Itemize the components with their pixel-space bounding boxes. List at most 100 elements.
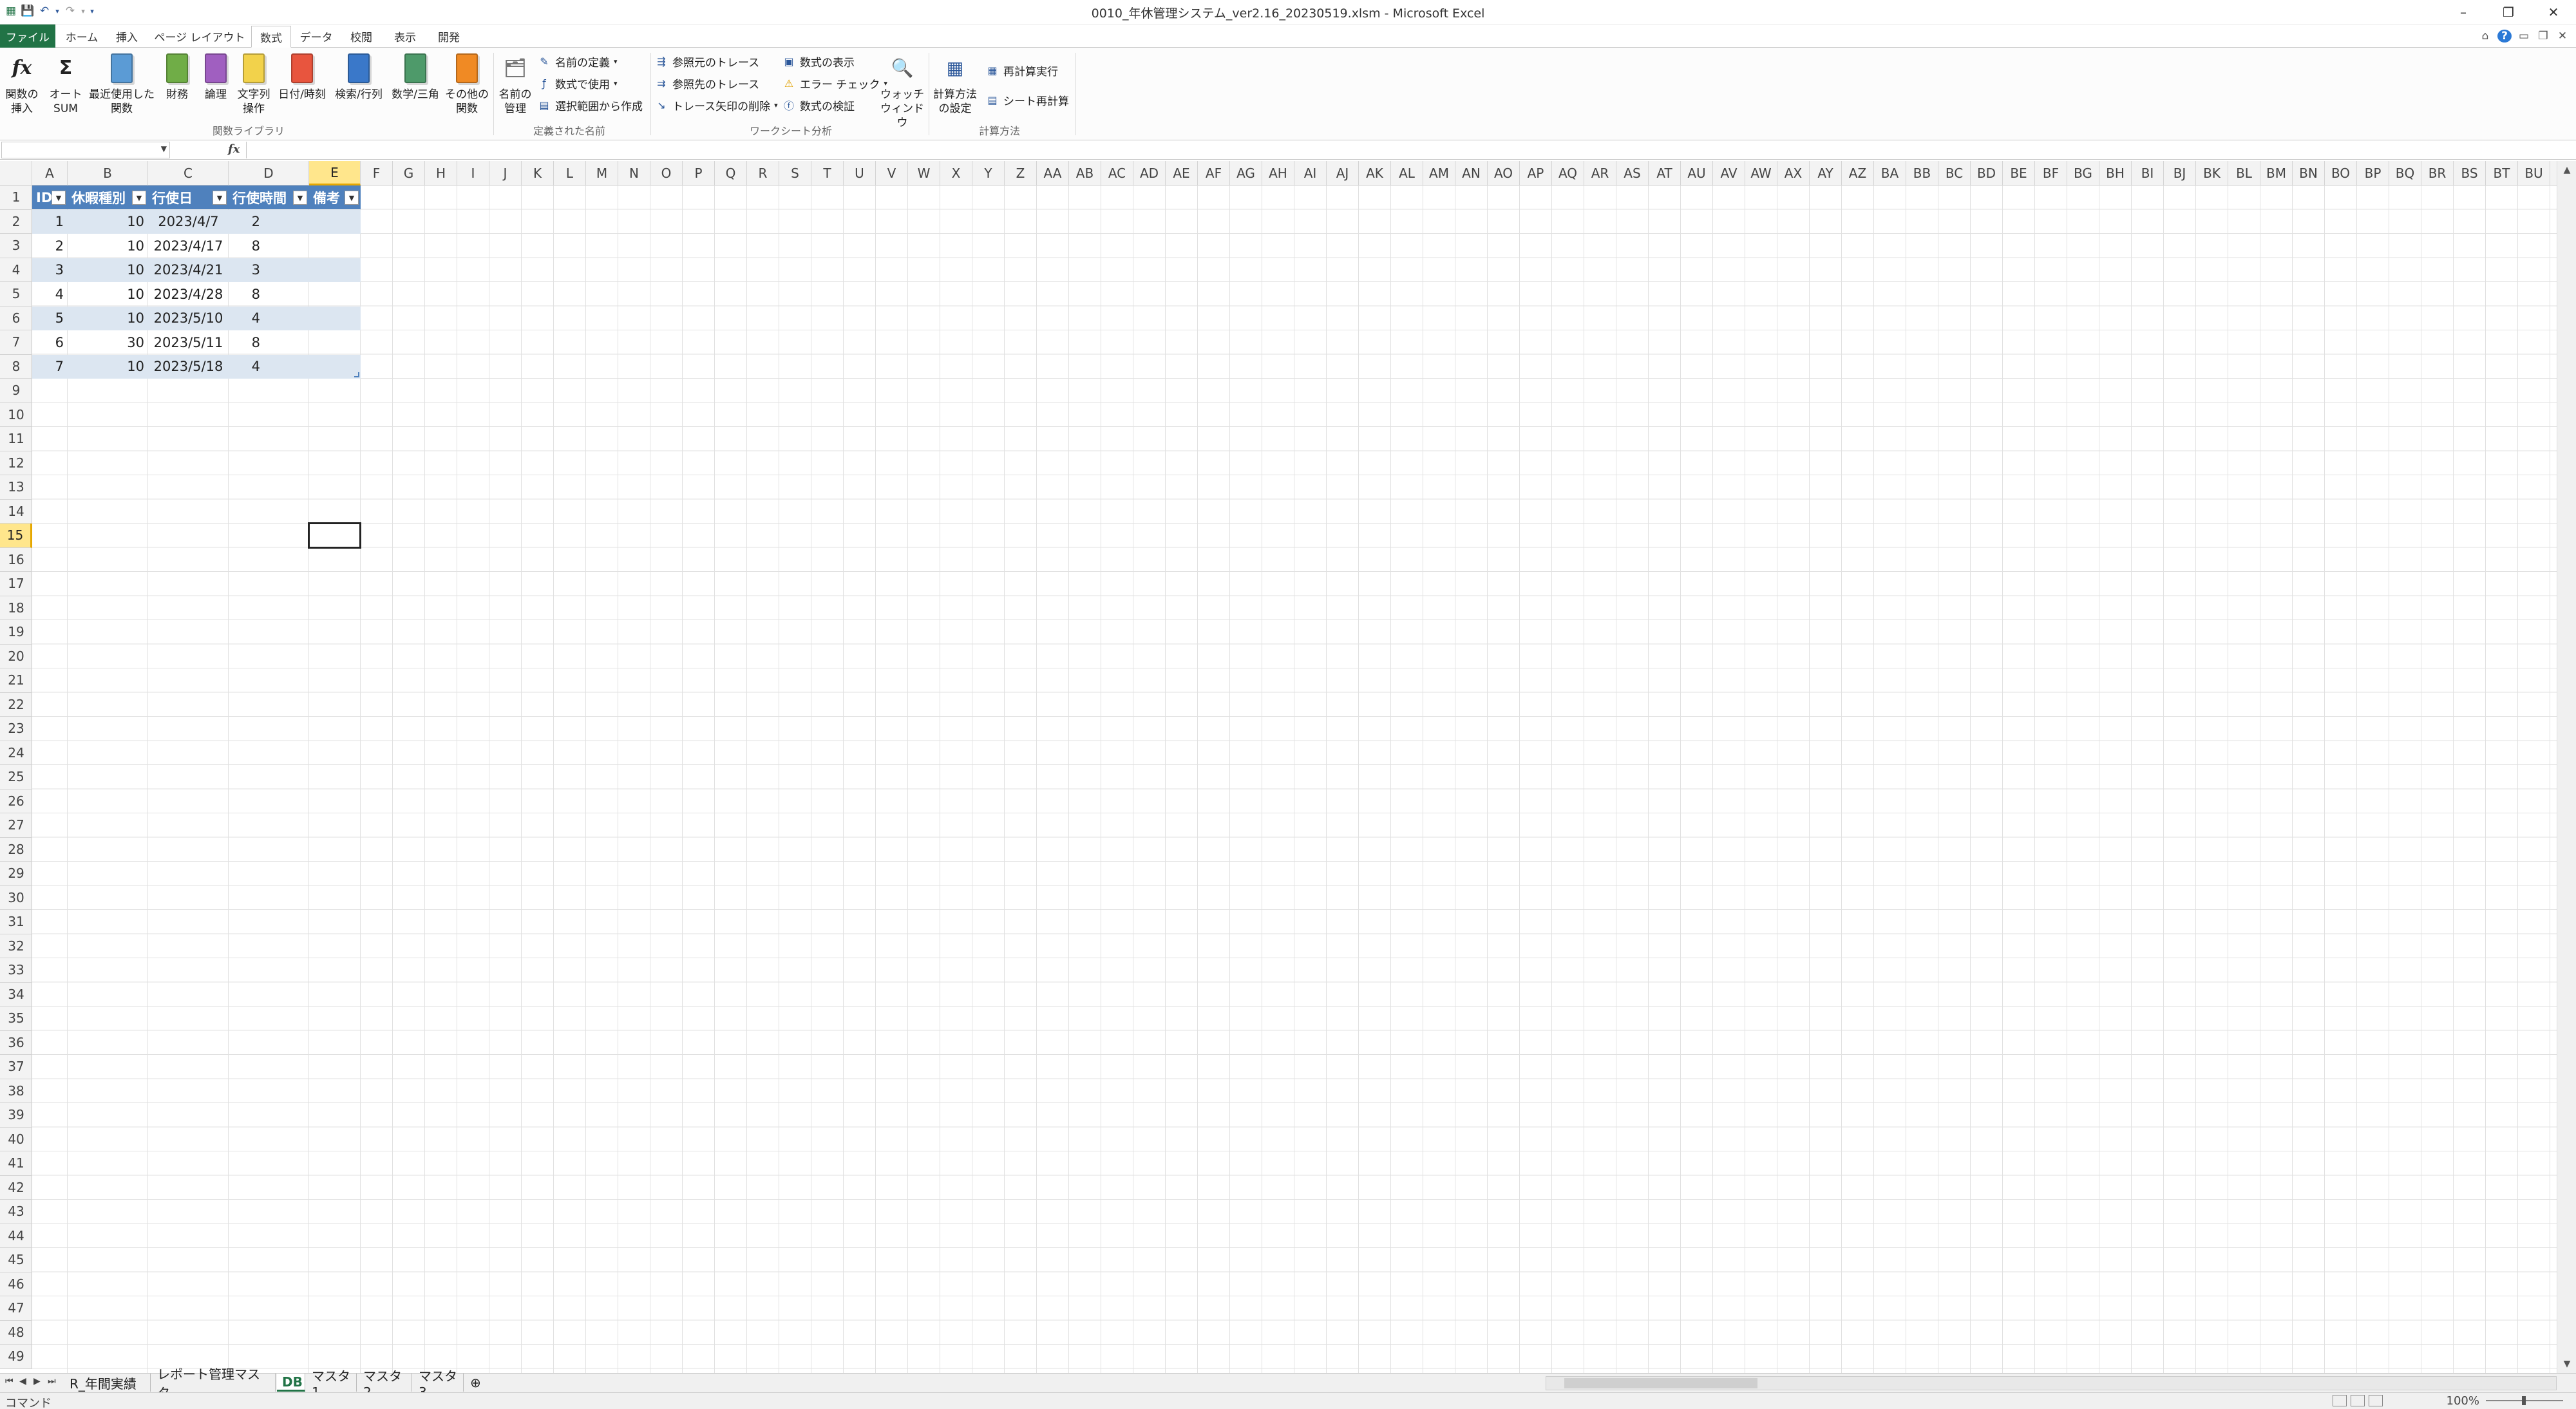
table-cell-date[interactable]: 2023/4/17	[148, 234, 229, 258]
column-header[interactable]: R	[747, 161, 779, 185]
define-name-button[interactable]: ✎ 名前の定義 ▾	[537, 52, 617, 71]
table-header-note[interactable]: 備考 ▼	[309, 185, 361, 209]
column-header[interactable]: Z	[1005, 161, 1037, 185]
column-header[interactable]: B	[68, 161, 148, 185]
tab-page-layout[interactable]: ページ レイアウト	[152, 26, 247, 47]
column-header[interactable]: H	[425, 161, 457, 185]
column-header[interactable]: AQ	[1552, 161, 1584, 185]
insert-function-fx-icon[interactable]: fx	[228, 142, 240, 156]
row-header[interactable]: 49	[0, 1345, 32, 1369]
table-cell-type[interactable]: 10	[68, 258, 148, 282]
table-cell-type[interactable]: 10	[68, 209, 148, 234]
worksheet-grid[interactable]: A B C D E F G H I J K L M N O P Q R S T U V W X Y Z AA AB AC AD AE AF AG…	[0, 161, 2557, 1373]
row-header[interactable]: 46	[0, 1272, 32, 1296]
column-header[interactable]: BL	[2228, 161, 2260, 185]
row-header[interactable]: 8	[0, 355, 32, 379]
column-header[interactable]: AS	[1616, 161, 1649, 185]
cell-area[interactable]: ID ▼ 休暇種別 ▼ 行使日 ▼ 行使時間 ▼ 備考 ▼ 1 10 2023/4/7 2 2 10 2023/…	[32, 185, 2557, 1373]
column-header[interactable]: C	[148, 161, 229, 185]
create-from-selection-button[interactable]: ▤ 選択範囲から作成	[537, 95, 643, 115]
row-header[interactable]: 10	[0, 403, 32, 427]
table-header-hours[interactable]: 行使時間 ▼	[229, 185, 309, 209]
row-header[interactable]: 37	[0, 1055, 32, 1079]
column-header[interactable]: J	[489, 161, 522, 185]
tab-view[interactable]: 表示	[385, 26, 425, 47]
insert-function-button[interactable]: fx 関数の 挿入	[1, 52, 43, 116]
name-box-dropdown-icon[interactable]: ▼	[161, 144, 167, 153]
column-header[interactable]: AW	[1745, 161, 1777, 185]
show-formulas-button[interactable]: ▣ 数式の表示	[782, 52, 855, 71]
row-header[interactable]: 9	[0, 379, 32, 403]
zoom-level[interactable]: 100%	[2447, 1394, 2479, 1408]
column-header[interactable]: AL	[1391, 161, 1423, 185]
row-header[interactable]: 11	[0, 427, 32, 451]
column-header[interactable]: I	[457, 161, 489, 185]
error-checking-button[interactable]: ⚠ エラー チェック ▾	[782, 73, 887, 93]
table-cell-hours[interactable]: 2	[229, 209, 309, 234]
scroll-down-icon[interactable]: ▼	[2557, 1355, 2576, 1373]
row-header[interactable]: 2	[0, 210, 32, 234]
table-cell-hours[interactable]: 4	[229, 354, 309, 379]
row-header[interactable]: 47	[0, 1296, 32, 1321]
row-header[interactable]: 38	[0, 1079, 32, 1103]
row-header[interactable]: 43	[0, 1200, 32, 1224]
table-header-type[interactable]: 休暇種別 ▼	[68, 185, 148, 209]
column-header[interactable]: AH	[1262, 161, 1294, 185]
row-header[interactable]: 24	[0, 741, 32, 765]
table-cell-date[interactable]: 2023/5/11	[148, 330, 229, 354]
financial-button[interactable]: 財務	[158, 52, 196, 102]
sheet-tab[interactable]: マスタ1	[307, 1368, 357, 1400]
row-header[interactable]: 1	[0, 185, 32, 210]
column-header[interactable]: BD	[1971, 161, 2003, 185]
formula-input[interactable]	[246, 142, 2573, 158]
normal-view-icon[interactable]	[2333, 1395, 2347, 1406]
row-header[interactable]: 45	[0, 1248, 32, 1272]
column-header[interactable]: BM	[2260, 161, 2293, 185]
row-header[interactable]: 40	[0, 1128, 32, 1151]
table-cell-note[interactable]	[309, 306, 361, 330]
zoom-slider[interactable]	[2486, 1396, 2563, 1405]
tab-developer[interactable]: 開発	[429, 26, 469, 47]
column-header[interactable]: BI	[2132, 161, 2164, 185]
row-header[interactable]: 26	[0, 790, 32, 813]
table-cell-type[interactable]: 10	[68, 234, 148, 258]
row-header[interactable]: 39	[0, 1103, 32, 1128]
column-header[interactable]: AB	[1069, 161, 1101, 185]
row-header[interactable]: 33	[0, 958, 32, 983]
last-sheet-icon[interactable]: ⏭	[48, 1376, 56, 1386]
help-icon[interactable]: ?	[2497, 30, 2512, 43]
filter-dropdown-icon[interactable]: ▼	[132, 191, 146, 205]
column-header[interactable]: BT	[2486, 161, 2518, 185]
tab-file[interactable]: ファイル	[0, 24, 55, 48]
column-header[interactable]: AZ	[1842, 161, 1874, 185]
row-header[interactable]: 29	[0, 862, 32, 886]
row-header[interactable]: 35	[0, 1007, 32, 1031]
workbook-close-icon[interactable]: ✕	[2555, 30, 2570, 43]
row-header[interactable]: 21	[0, 668, 32, 693]
row-header[interactable]: 42	[0, 1176, 32, 1200]
more-functions-button[interactable]: その他の 関数	[444, 52, 489, 116]
column-header[interactable]: BJ	[2164, 161, 2196, 185]
column-header[interactable]: AM	[1423, 161, 1455, 185]
column-header[interactable]: BR	[2421, 161, 2454, 185]
column-header[interactable]: U	[844, 161, 876, 185]
column-header[interactable]: BC	[1938, 161, 1971, 185]
row-header[interactable]: 48	[0, 1321, 32, 1345]
row-header[interactable]: 19	[0, 620, 32, 645]
table-cell-date[interactable]: 2023/5/18	[148, 354, 229, 379]
filter-dropdown-icon[interactable]: ▼	[345, 191, 359, 205]
row-header[interactable]: 18	[0, 596, 32, 620]
table-cell-id[interactable]: 1	[32, 209, 68, 234]
page-layout-view-icon[interactable]	[2351, 1395, 2365, 1406]
sheet-tab[interactable]: R_年間実績	[64, 1374, 151, 1392]
text-functions-button[interactable]: 文字列 操作	[234, 52, 273, 116]
lookup-button[interactable]: 検索/行列	[331, 52, 386, 102]
row-header[interactable]: 25	[0, 765, 32, 790]
name-manager-button[interactable]: 🗂 名前の 管理	[496, 52, 535, 116]
table-cell-hours[interactable]: 8	[229, 234, 309, 258]
row-header[interactable]: 5	[0, 282, 32, 307]
row-header[interactable]: 12	[0, 451, 32, 475]
table-cell-note[interactable]	[309, 209, 361, 234]
name-box[interactable]: ▼	[1, 142, 170, 158]
column-header[interactable]: P	[683, 161, 715, 185]
